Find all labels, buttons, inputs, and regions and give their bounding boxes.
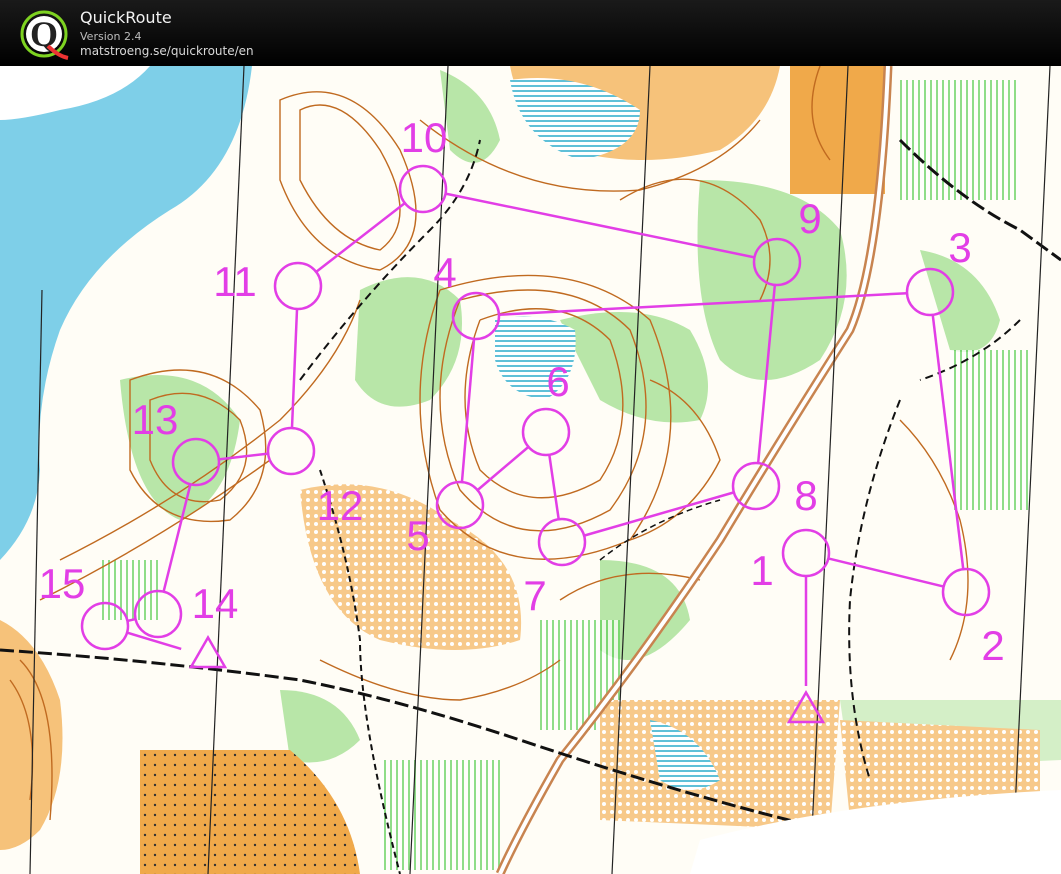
- control-number-label: 2: [981, 622, 1004, 669]
- control-number-label: 5: [406, 512, 429, 559]
- control-number-label: 12: [317, 482, 364, 529]
- control-number-label: 13: [132, 396, 179, 443]
- control-number-label: 15: [39, 560, 86, 607]
- control-number-label: 4: [433, 249, 456, 296]
- control-number-label: 10: [401, 114, 448, 161]
- control-number-label: 1: [750, 547, 773, 594]
- control-number-label: 11: [213, 258, 257, 305]
- quickroute-window: Q QuickRoute Version 2.4 matstroeng.se/q…: [0, 0, 1061, 874]
- quickroute-logo-icon: Q: [20, 10, 69, 60]
- app-name: QuickRoute: [80, 8, 172, 27]
- app-url-link[interactable]: matstroeng.se/quickroute/en: [80, 44, 254, 58]
- control-number-label: 7: [523, 572, 546, 619]
- title-bar: Q QuickRoute Version 2.4 matstroeng.se/q…: [0, 0, 1061, 66]
- orienteering-map[interactable]: 1 2 3 4 5 6 7 8 9 10 11 12 13 14 15: [0, 66, 1061, 874]
- control-number-label: 9: [798, 195, 821, 242]
- svg-text:Q: Q: [30, 14, 58, 54]
- control-number-label: 8: [794, 472, 817, 519]
- control-number-label: 6: [546, 358, 569, 405]
- control-number-label: 14: [192, 580, 239, 627]
- app-version: Version 2.4: [80, 30, 142, 43]
- map-canvas: 123456789101112131415: [0, 66, 1061, 874]
- control-number-label: 3: [948, 224, 971, 271]
